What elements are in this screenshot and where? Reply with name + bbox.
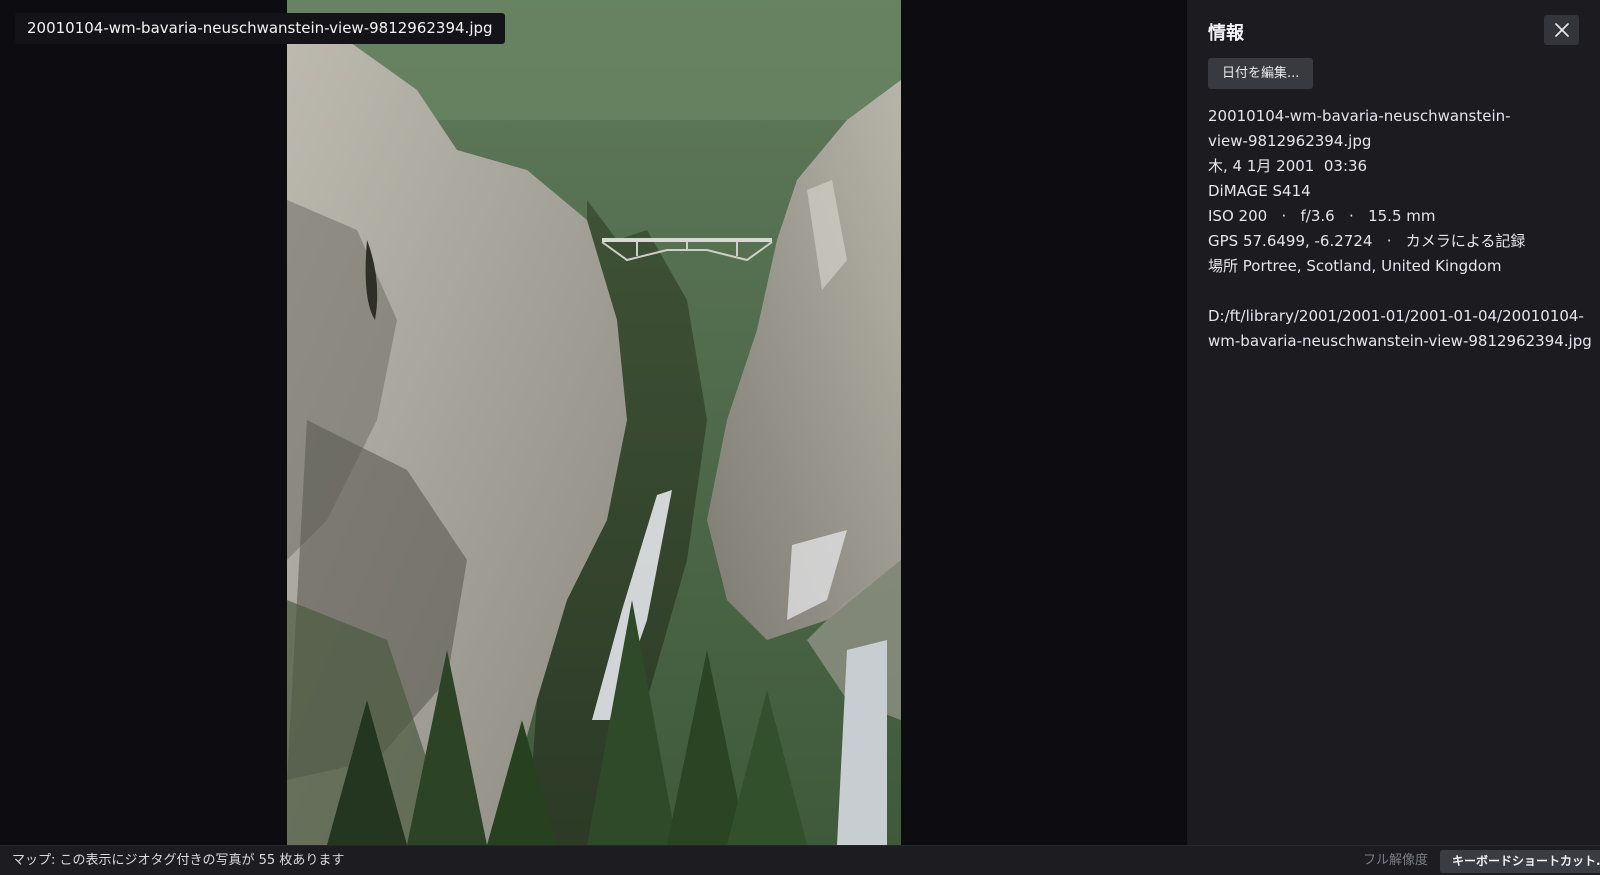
- metadata-path-line2: wm-bavaria-neuschwanstein-view-981296239…: [1208, 332, 1592, 350]
- gorge-photo-illustration: [287, 0, 901, 845]
- photo-image[interactable]: [287, 0, 901, 845]
- map-status-text[interactable]: マップ: この表示にジオタグ付きの写真が 55 枚あります: [12, 846, 344, 875]
- metadata-location: 場所 Portree, Scotland, United Kingdom: [1208, 257, 1502, 275]
- photo-metadata: 20010104-wm-bavaria-neuschwanstein- view…: [1208, 104, 1592, 354]
- panel-title: 情報: [1208, 23, 1244, 44]
- metadata-filename-line1: 20010104-wm-bavaria-neuschwanstein-: [1208, 107, 1511, 125]
- full-resolution-label: フル解像度: [1363, 853, 1429, 868]
- close-icon: [1554, 23, 1569, 37]
- metadata-path-line1: D:/ft/library/2001/2001-01/2001-01-04/20…: [1208, 307, 1584, 325]
- keyboard-shortcuts-button[interactable]: キーボードショートカット...: [1440, 850, 1600, 873]
- info-panel: 情報 日付を編集... 20010104-wm-bavaria-neuschwa…: [1187, 0, 1600, 845]
- metadata-date: 木, 4 1月 2001 03:36: [1208, 157, 1368, 175]
- edit-date-button[interactable]: 日付を編集...: [1208, 58, 1314, 89]
- close-panel-button[interactable]: [1544, 15, 1579, 45]
- photo-viewer-app: 20010104-wm-bavaria-neuschwanstein-view-…: [0, 0, 1600, 875]
- photo-viewer[interactable]: 20010104-wm-bavaria-neuschwanstein-view-…: [0, 0, 1187, 845]
- metadata-camera: DiMAGE S414: [1208, 182, 1311, 200]
- photo-filename-label: 20010104-wm-bavaria-neuschwanstein-view-…: [15, 13, 505, 44]
- metadata-exposure: ISO 200 · f/3.6 · 15.5 mm: [1208, 207, 1436, 225]
- metadata-filename-line2: view-9812962394.jpg: [1208, 132, 1372, 150]
- status-bar: マップ: この表示にジオタグ付きの写真が 55 枚あります フル解像度 キーボー…: [0, 845, 1600, 875]
- metadata-gps: GPS 57.6499, -6.2724 · カメラによる記録: [1208, 232, 1526, 250]
